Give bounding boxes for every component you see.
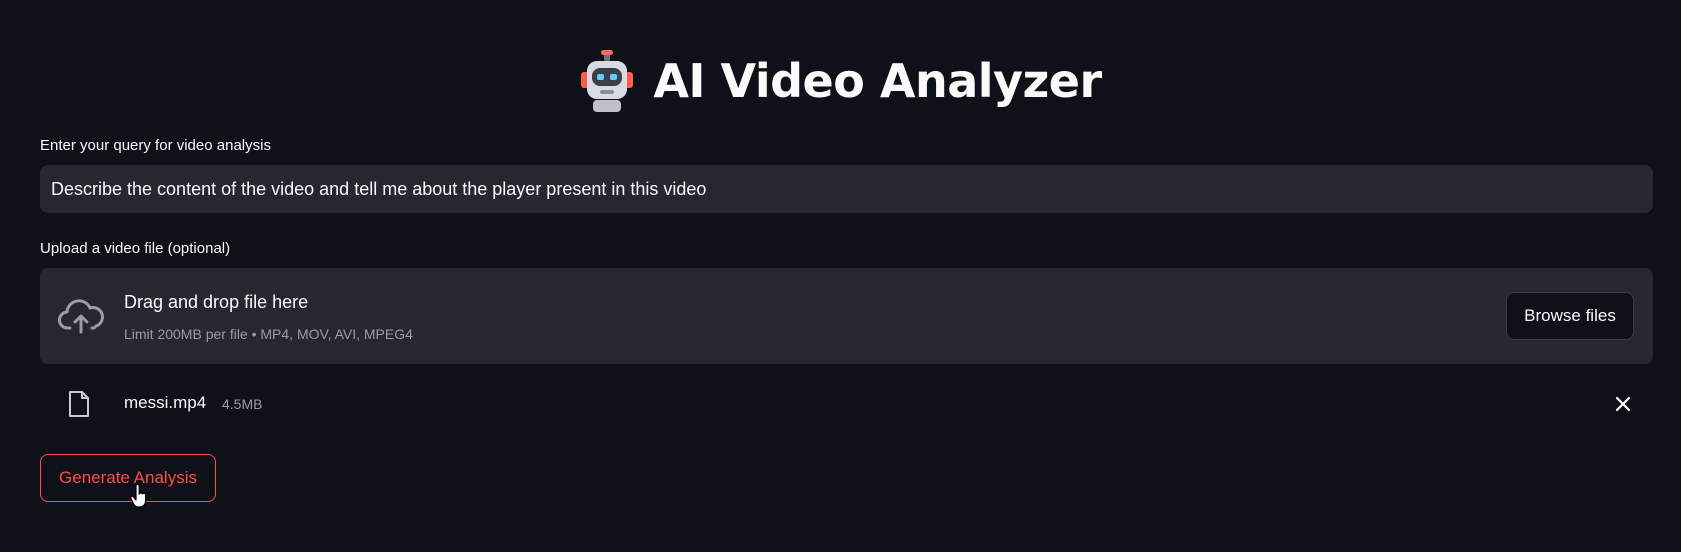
query-label: Enter your query for video analysis (40, 137, 271, 154)
uploaded-file-row: messi.mp4 4.5MB (40, 380, 1653, 428)
cloud-upload-icon (58, 299, 104, 334)
file-name: messi.mp4 (124, 393, 207, 412)
query-input[interactable] (40, 165, 1653, 213)
robot-face-icon (581, 50, 634, 112)
upload-label: Upload a video file (optional) (40, 240, 231, 257)
close-icon (1615, 396, 1631, 412)
dropzone-limit-text: Limit 200MB per file • MP4, MOV, AVI, MP… (124, 326, 413, 342)
file-icon (69, 391, 89, 417)
file-dropzone[interactable]: Drag and drop file here Limit 200MB per … (40, 268, 1653, 364)
app-page: AI Video Analyzer Enter your query for v… (0, 0, 1681, 552)
page-title: AI Video Analyzer (653, 54, 1102, 108)
page-header: AI Video Analyzer (0, 46, 1681, 116)
generate-analysis-button[interactable]: Generate Analysis (40, 454, 216, 502)
file-size: 4.5MB (222, 396, 263, 412)
browse-files-button[interactable]: Browse files (1506, 292, 1634, 340)
remove-file-button[interactable] (1611, 392, 1635, 416)
dropzone-title: Drag and drop file here (124, 292, 309, 312)
